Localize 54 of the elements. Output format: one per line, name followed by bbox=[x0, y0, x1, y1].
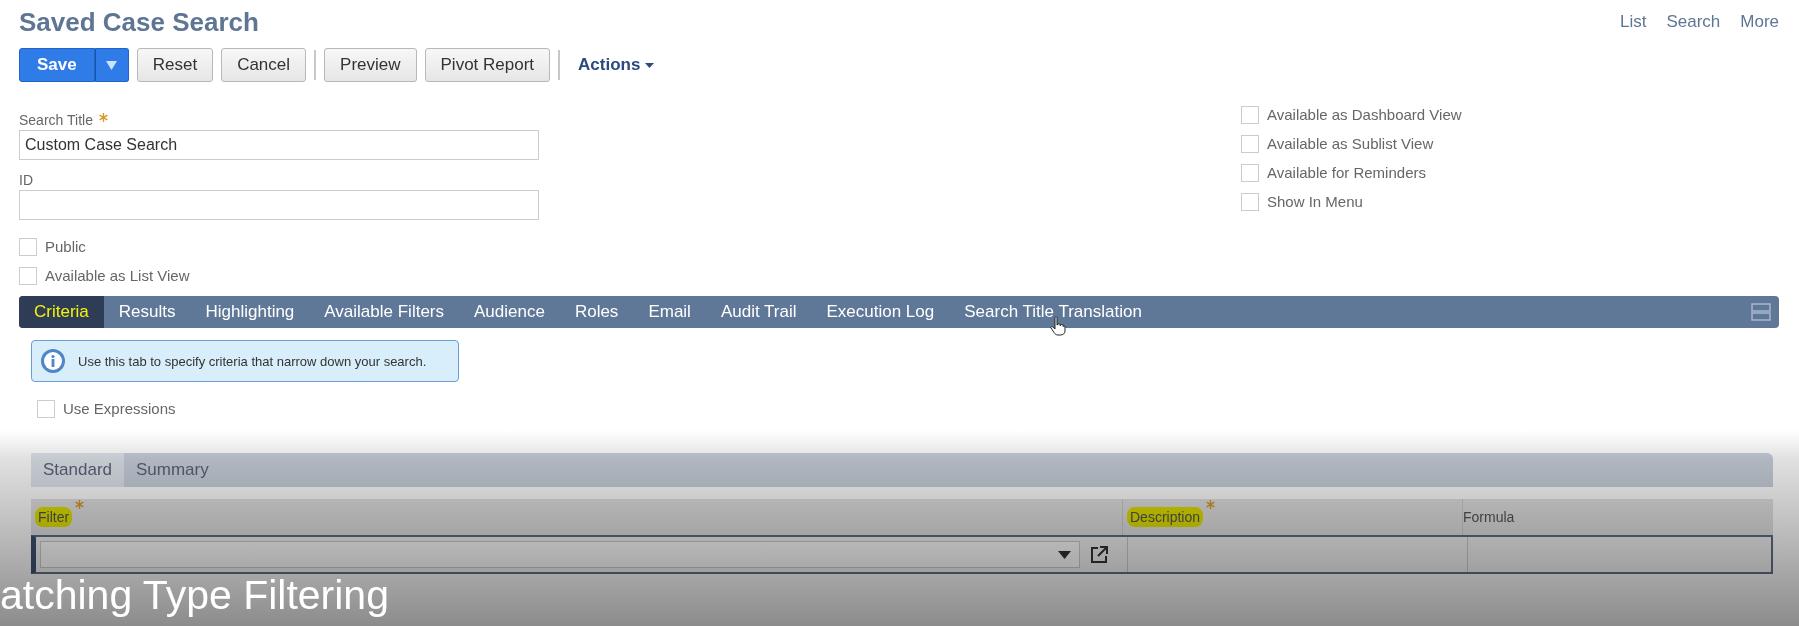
text-field[interactable] bbox=[19, 190, 539, 220]
tab[interactable]: Search Title Translation bbox=[949, 296, 1157, 328]
external-link-icon[interactable] bbox=[1090, 545, 1108, 564]
info-icon bbox=[40, 348, 66, 374]
checkbox-label: Available as Dashboard View bbox=[1267, 106, 1462, 123]
subtab[interactable]: Summary bbox=[124, 453, 221, 487]
checkbox[interactable] bbox=[1241, 163, 1259, 182]
tab[interactable]: Available Filters bbox=[309, 296, 459, 328]
checkbox[interactable] bbox=[1241, 105, 1259, 124]
checkbox-label: Available for Reminders bbox=[1267, 164, 1426, 181]
caret-icon bbox=[106, 60, 118, 70]
page-title: Saved Case Search bbox=[19, 6, 259, 38]
field-label: Search Title bbox=[19, 112, 93, 128]
checkbox[interactable] bbox=[19, 237, 37, 256]
column-header: Description bbox=[1127, 507, 1204, 527]
toolbar-button[interactable]: Pivot Report bbox=[424, 48, 551, 82]
tab[interactable]: Execution Log bbox=[811, 296, 950, 328]
hand-cursor-icon bbox=[1050, 316, 1066, 336]
tab[interactable]: Results bbox=[103, 296, 191, 328]
nav-link[interactable]: Search bbox=[1666, 12, 1721, 32]
tab[interactable]: Roles bbox=[559, 296, 634, 328]
text-field[interactable]: Custom Case Search bbox=[19, 130, 539, 160]
checkbox-label: Available as Sublist View bbox=[1267, 135, 1434, 152]
save-menu-button[interactable] bbox=[94, 48, 129, 82]
tab[interactable]: Audience bbox=[459, 296, 560, 328]
caret-icon bbox=[1058, 550, 1071, 559]
caret-icon bbox=[645, 62, 655, 68]
tab[interactable]: Criteria bbox=[19, 296, 104, 328]
field-label: ID bbox=[19, 172, 33, 188]
tab[interactable]: Highlighting bbox=[190, 296, 310, 328]
nav-link[interactable]: List bbox=[1619, 12, 1647, 32]
checkbox[interactable] bbox=[19, 266, 37, 285]
nav-link[interactable]: More bbox=[1740, 12, 1779, 32]
tab[interactable]: Email bbox=[633, 296, 706, 328]
checkbox[interactable] bbox=[37, 399, 55, 418]
actions-menu[interactable]: Actions bbox=[568, 55, 665, 75]
toolbar-button[interactable]: Reset bbox=[136, 48, 214, 82]
toolbar-button[interactable]: Preview bbox=[324, 48, 417, 82]
checkbox-label: Use Expressions bbox=[63, 400, 176, 417]
checkbox-label: Show In Menu bbox=[1267, 193, 1363, 210]
column-header: Formula bbox=[1463, 509, 1515, 525]
column-header: Filter bbox=[35, 507, 73, 527]
save-button[interactable]: Save bbox=[19, 48, 95, 82]
checkbox-label: Available as List View bbox=[45, 267, 190, 284]
subtab[interactable]: Standard bbox=[31, 453, 124, 487]
layout-icon[interactable] bbox=[1751, 303, 1771, 321]
video-caption: atching Type Filtering bbox=[0, 571, 389, 620]
checkbox[interactable] bbox=[1241, 134, 1259, 153]
filter-select[interactable] bbox=[40, 541, 1080, 568]
toolbar-button[interactable]: Cancel bbox=[221, 48, 307, 82]
checkbox[interactable] bbox=[1241, 192, 1259, 211]
info-text: Use this tab to specify criteria that narrow down your search. bbox=[78, 353, 427, 369]
tab[interactable]: Audit Trail bbox=[705, 296, 812, 328]
checkbox-label: Public bbox=[45, 238, 86, 255]
